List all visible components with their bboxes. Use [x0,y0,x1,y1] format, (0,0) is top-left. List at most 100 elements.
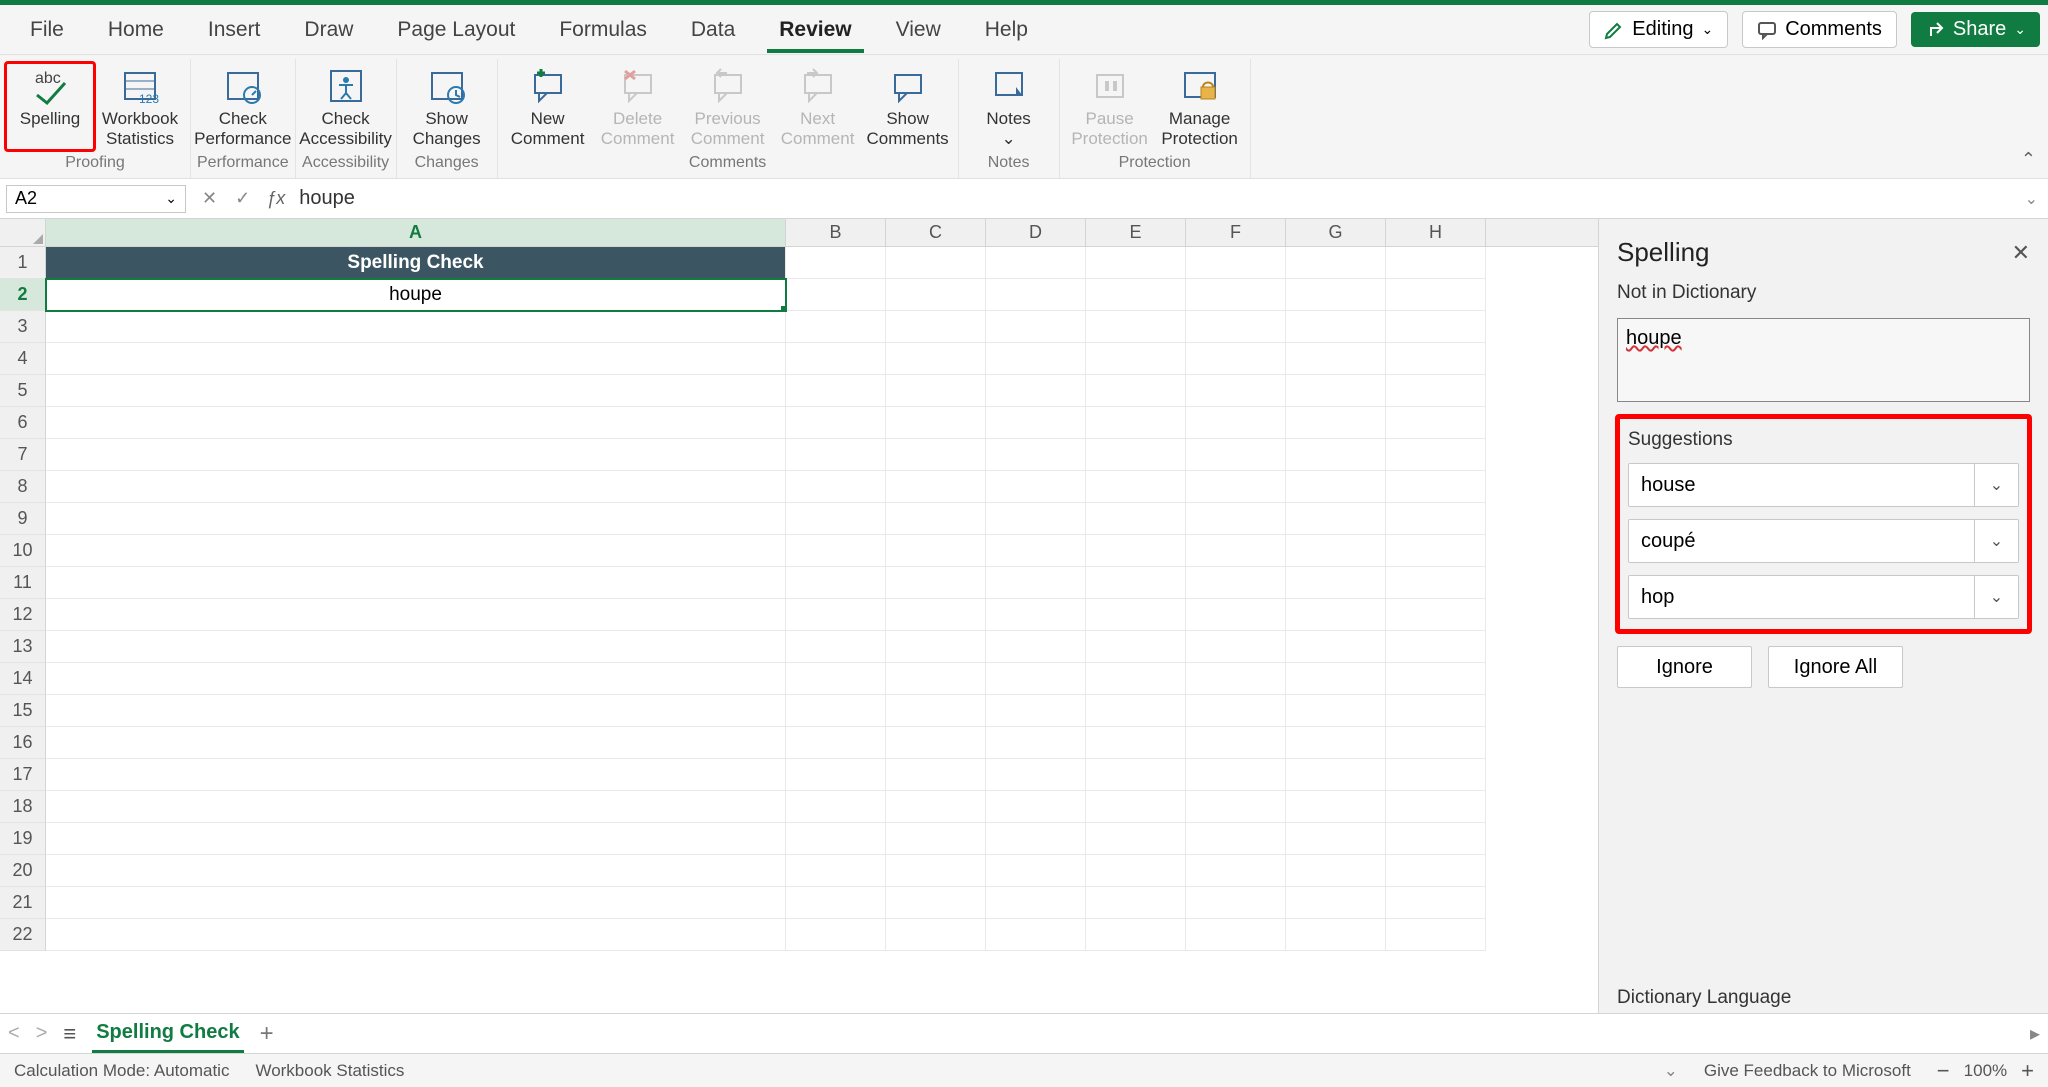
cell-C1[interactable] [886,247,986,279]
cell-E8[interactable] [1086,471,1186,503]
column-header-G[interactable]: G [1286,219,1386,246]
cell-H16[interactable] [1386,727,1486,759]
comments-button[interactable]: Comments [1742,11,1897,48]
cell-C19[interactable] [886,823,986,855]
cell-A16[interactable] [46,727,786,759]
row-header-18[interactable]: 18 [0,791,46,823]
tab-file[interactable]: File [8,5,86,55]
cell-E10[interactable] [1086,535,1186,567]
cell-C17[interactable] [886,759,986,791]
column-header-H[interactable]: H [1386,219,1486,246]
sheet-all-button[interactable]: ≡ [63,1021,76,1047]
cell-E3[interactable] [1086,311,1186,343]
row-header-6[interactable]: 6 [0,407,46,439]
cell-B16[interactable] [786,727,886,759]
cell-F17[interactable] [1186,759,1286,791]
add-sheet-button[interactable]: + [260,1020,274,1048]
cell-G12[interactable] [1286,599,1386,631]
cell-F20[interactable] [1186,855,1286,887]
cell-H9[interactable] [1386,503,1486,535]
cell-C22[interactable] [886,919,986,951]
cell-F5[interactable] [1186,375,1286,407]
cell-A12[interactable] [46,599,786,631]
cell-B5[interactable] [786,375,886,407]
cell-B3[interactable] [786,311,886,343]
cell-G15[interactable] [1286,695,1386,727]
cell-C5[interactable] [886,375,986,407]
cell-H14[interactable] [1386,663,1486,695]
cell-F22[interactable] [1186,919,1286,951]
cell-F6[interactable] [1186,407,1286,439]
cell-B2[interactable] [786,279,886,311]
cell-B22[interactable] [786,919,886,951]
row-header-17[interactable]: 17 [0,759,46,791]
cell-B15[interactable] [786,695,886,727]
cell-E17[interactable] [1086,759,1186,791]
cell-C10[interactable] [886,535,986,567]
cell-E13[interactable] [1086,631,1186,663]
tab-draw[interactable]: Draw [282,5,375,55]
not-in-dictionary-box[interactable]: houpe [1617,318,2030,402]
cell-F11[interactable] [1186,567,1286,599]
cell-H21[interactable] [1386,887,1486,919]
cell-G2[interactable] [1286,279,1386,311]
cell-H2[interactable] [1386,279,1486,311]
cell-A20[interactable] [46,855,786,887]
cell-B7[interactable] [786,439,886,471]
cell-B11[interactable] [786,567,886,599]
cell-A13[interactable] [46,631,786,663]
row-header-19[interactable]: 19 [0,823,46,855]
cell-A9[interactable] [46,503,786,535]
cell-D6[interactable] [986,407,1086,439]
cell-B4[interactable] [786,343,886,375]
cell-B10[interactable] [786,535,886,567]
sheet-next-button[interactable]: > [36,1022,48,1045]
cell-A10[interactable] [46,535,786,567]
cell-E20[interactable] [1086,855,1186,887]
chevron-down-icon[interactable]: ⌄ [1974,576,2018,618]
cell-H4[interactable] [1386,343,1486,375]
ribbon-collapse-button[interactable]: ⌃ [2021,149,2036,170]
cell-A19[interactable] [46,823,786,855]
ribbon-new-comment-button[interactable]: NewComment [504,63,592,150]
formula-expand-button[interactable]: ⌄ [2025,189,2038,209]
cell-G9[interactable] [1286,503,1386,535]
ribbon-show-changes-button[interactable]: ShowChanges [403,63,491,150]
cell-H6[interactable] [1386,407,1486,439]
cell-D2[interactable] [986,279,1086,311]
cell-C7[interactable] [886,439,986,471]
cell-D19[interactable] [986,823,1086,855]
tab-home[interactable]: Home [86,5,186,55]
cell-H18[interactable] [1386,791,1486,823]
cell-H22[interactable] [1386,919,1486,951]
cell-A18[interactable] [46,791,786,823]
row-header-5[interactable]: 5 [0,375,46,407]
editing-mode-button[interactable]: Editing ⌄ [1589,11,1728,48]
column-header-F[interactable]: F [1186,219,1286,246]
zoom-out-button[interactable]: − [1937,1058,1950,1084]
row-header-15[interactable]: 15 [0,695,46,727]
cell-G3[interactable] [1286,311,1386,343]
cell-E21[interactable] [1086,887,1186,919]
cell-E2[interactable] [1086,279,1186,311]
row-header-21[interactable]: 21 [0,887,46,919]
cell-F18[interactable] [1186,791,1286,823]
cell-A22[interactable] [46,919,786,951]
row-header-7[interactable]: 7 [0,439,46,471]
cell-E1[interactable] [1086,247,1186,279]
cell-C8[interactable] [886,471,986,503]
cell-F10[interactable] [1186,535,1286,567]
row-header-20[interactable]: 20 [0,855,46,887]
cell-A3[interactable] [46,311,786,343]
cell-C21[interactable] [886,887,986,919]
cell-D8[interactable] [986,471,1086,503]
cell-A4[interactable] [46,343,786,375]
cell-B12[interactable] [786,599,886,631]
cell-H5[interactable] [1386,375,1486,407]
cell-G7[interactable] [1286,439,1386,471]
fx-label[interactable]: ƒx [266,188,293,209]
cell-D5[interactable] [986,375,1086,407]
suggestion-item[interactable]: coupé⌄ [1628,519,2019,563]
tab-view[interactable]: View [874,5,963,55]
cell-H7[interactable] [1386,439,1486,471]
